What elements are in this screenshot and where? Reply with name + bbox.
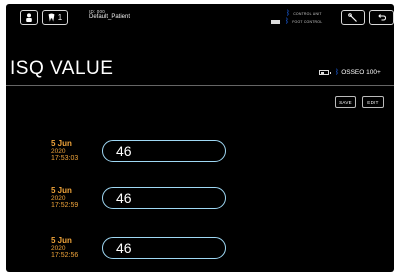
measurement-year: 2020 [51, 148, 66, 155]
foot-control-status: ᛒ FOOT CONTROL [271, 18, 323, 25]
return-arrow-icon [377, 13, 386, 20]
measurement-time: 17:52:56 [51, 252, 79, 259]
patient-button[interactable] [20, 10, 38, 25]
bluetooth-icon: ᛒ [335, 68, 340, 76]
divider [6, 85, 394, 86]
measurement-date: 5 Jun 2020 17:53:03 [51, 139, 78, 163]
wrench-icon [348, 12, 357, 22]
save-button[interactable]: SAVE [335, 96, 356, 108]
measurement-day: 5 Jun [51, 236, 72, 245]
tooth-number: 1 [57, 13, 63, 22]
bluetooth-icon: ᛒ [285, 18, 290, 25]
measurement-row: 5 Jun 2020 17:53:03 46 [6, 139, 394, 179]
tooth-button[interactable]: 1 [42, 10, 68, 25]
control-unit-label: CONTROL UNIT [293, 12, 322, 16]
control-unit-status: ᛒ CONTROL UNIT [286, 10, 322, 17]
isq-value-box[interactable]: 46 [102, 140, 226, 162]
person-icon [26, 13, 32, 22]
edit-button[interactable]: EDIT [362, 96, 384, 108]
page-title: ISQ VALUE [10, 58, 114, 79]
device-name: OSSEO 100+ [341, 69, 381, 76]
tooth-icon [48, 13, 55, 22]
measurement-year: 2020 [51, 195, 66, 202]
app-screen: 1 ID: 000 Default_Patient ᛒ CONTROL UNIT… [6, 4, 394, 272]
measurement-time: 17:53:03 [51, 155, 79, 162]
back-button[interactable] [369, 10, 394, 25]
isq-value-box[interactable]: 46 [102, 237, 226, 259]
bluetooth-icon: ᛒ [286, 10, 291, 17]
measurement-year: 2020 [51, 245, 66, 252]
measurement-day: 5 Jun [51, 186, 72, 195]
measurement-row: 5 Jun 2020 17:52:59 46 [6, 186, 394, 226]
measurement-time: 17:52:59 [51, 202, 79, 209]
patient-name: Default_Patient [89, 14, 131, 20]
isq-value-box[interactable]: 46 [102, 187, 226, 209]
isq-value: 46 [116, 240, 132, 256]
tool-button[interactable] [341, 10, 365, 25]
battery-icon [271, 20, 280, 24]
foot-control-label: FOOT CONTROL [292, 20, 323, 24]
isq-value: 46 [116, 190, 132, 206]
measurement-date: 5 Jun 2020 17:52:59 [51, 186, 78, 210]
device-battery-icon [319, 70, 331, 75]
isq-value: 46 [116, 143, 132, 159]
device-status: ᛒ OSSEO 100+ [319, 69, 381, 76]
measurement-row: 5 Jun 2020 17:52:56 46 [6, 236, 394, 272]
measurement-day: 5 Jun [51, 139, 72, 148]
measurement-date: 5 Jun 2020 17:52:56 [51, 236, 78, 260]
